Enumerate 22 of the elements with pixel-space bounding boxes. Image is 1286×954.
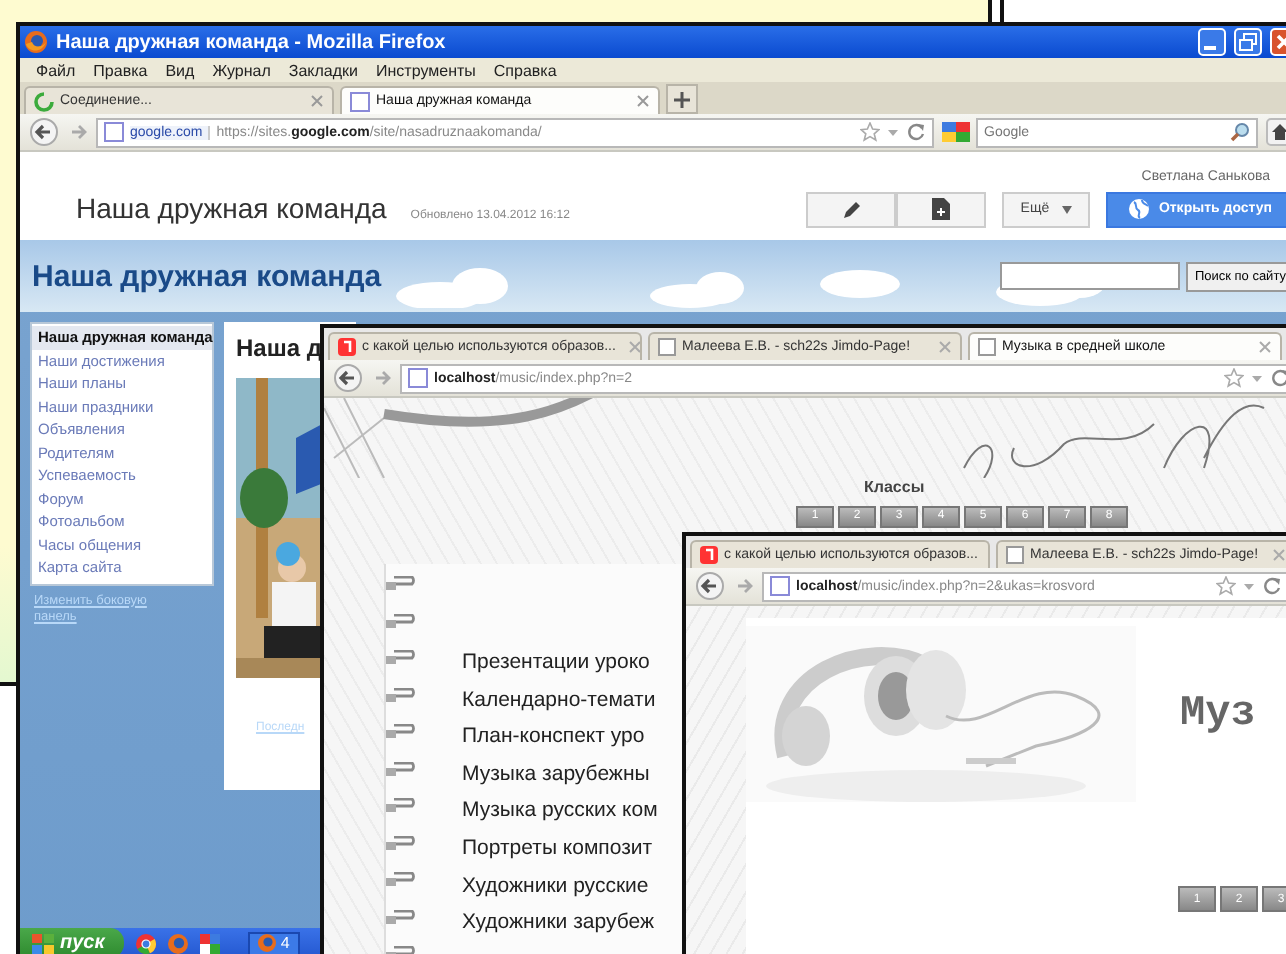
banner-title: Наша дружная команда [32,259,382,293]
menu-item[interactable]: Инструменты [376,61,476,79]
menu-link[interactable]: Художники зарубеж [462,904,658,942]
menu-link[interactable]: Музыка зарубежны [462,755,658,793]
menu-item[interactable]: Справка [493,61,557,79]
page-title: Муз [1180,691,1256,737]
taskbar-button[interactable]: 4 [248,931,300,954]
menu-link[interactable]: Календарно-темати [462,681,658,719]
menu-item[interactable]: Вид [165,61,195,79]
menu-item[interactable]: Журнал [212,61,271,79]
site-title: Наша дружная команда [76,192,387,224]
menu-item[interactable]: Правка [93,61,148,79]
menu-link[interactable]: Музыка русских ком [462,792,658,830]
menu-link[interactable]: План-конспект уро [462,718,658,756]
section-heading: Классы [864,478,927,496]
menu-link[interactable]: Презентации уроко [462,644,658,682]
start-button[interactable]: пуск [20,928,125,954]
window-title: Наша дружная команда - Mozilla Firefox [56,31,446,53]
menu-link[interactable]: Портреты композит [462,829,658,868]
menu-item[interactable]: Файл [36,61,76,79]
menu-item[interactable]: Закладки [288,61,359,79]
menu-link[interactable]: Художники русские [462,867,658,905]
